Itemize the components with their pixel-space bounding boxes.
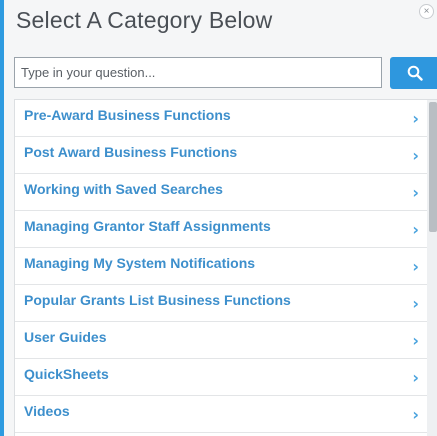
- scrollbar-thumb[interactable]: [429, 102, 437, 232]
- category-item-pre-award[interactable]: Pre-Award Business Functions ›: [15, 100, 427, 137]
- close-icon[interactable]: ×: [419, 4, 434, 19]
- category-item-videos[interactable]: Videos ›: [15, 396, 427, 433]
- search-input[interactable]: [14, 57, 382, 88]
- category-item-saved-searches[interactable]: Working with Saved Searches ›: [15, 174, 427, 211]
- category-item-popular-grants[interactable]: Popular Grants List Business Functions ›: [15, 285, 427, 322]
- category-label: User Guides: [24, 329, 107, 345]
- category-label: Post Award Business Functions: [24, 144, 238, 160]
- category-label: Managing My System Notifications: [24, 255, 256, 271]
- chevron-right-icon: ›: [412, 405, 419, 424]
- category-item-post-award[interactable]: Post Award Business Functions ›: [15, 137, 427, 174]
- category-label: Pre-Award Business Functions: [24, 107, 231, 123]
- search-button[interactable]: [390, 57, 437, 89]
- category-label: Videos: [24, 403, 70, 419]
- chevron-right-icon: ›: [412, 294, 419, 313]
- category-item-grantor-staff[interactable]: Managing Grantor Staff Assignments ›: [15, 211, 427, 248]
- category-item-user-guides[interactable]: User Guides ›: [15, 322, 427, 359]
- category-item-quicksheets[interactable]: QuickSheets ›: [15, 359, 427, 396]
- chevron-right-icon: ›: [412, 109, 419, 128]
- chevron-right-icon: ›: [412, 257, 419, 276]
- category-label: Working with Saved Searches: [24, 181, 223, 197]
- scrollbar[interactable]: [427, 100, 437, 436]
- category-panel: Select A Category Below × Pre-Award Busi…: [0, 0, 437, 436]
- dialog-title: Select A Category Below: [16, 7, 273, 33]
- category-list: Pre-Award Business Functions › Post Awar…: [14, 99, 437, 436]
- chevron-right-icon: ›: [412, 368, 419, 387]
- category-item-notifications[interactable]: Managing My System Notifications ›: [15, 248, 427, 285]
- chevron-right-icon: ›: [412, 183, 419, 202]
- chevron-right-icon: ›: [412, 220, 419, 239]
- category-label: Popular Grants List Business Functions: [24, 292, 291, 308]
- search-bar: [14, 57, 437, 90]
- chevron-right-icon: ›: [412, 331, 419, 350]
- chevron-right-icon: ›: [412, 146, 419, 165]
- category-label: QuickSheets: [24, 366, 109, 382]
- search-icon: [407, 65, 423, 81]
- category-label: Managing Grantor Staff Assignments: [24, 218, 271, 234]
